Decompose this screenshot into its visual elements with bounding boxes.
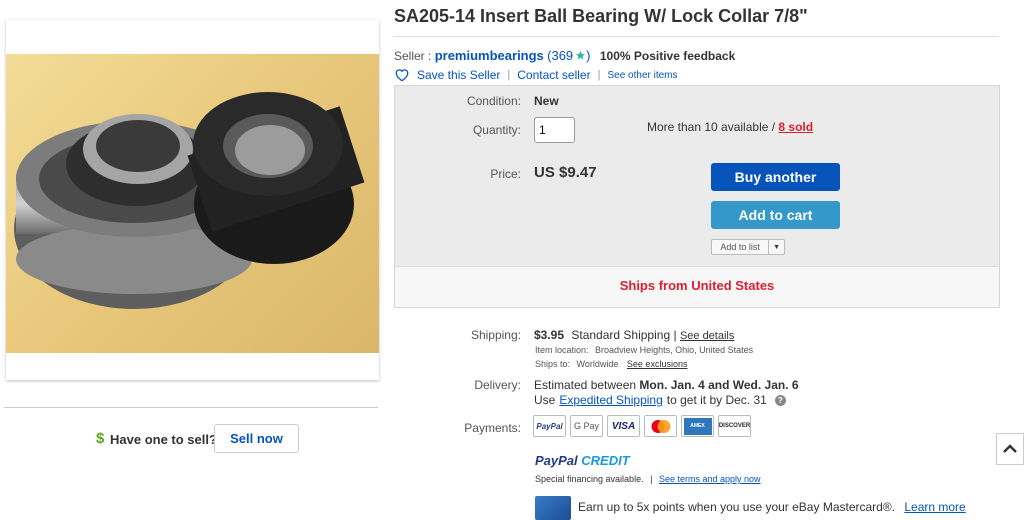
ships-to-value: Worldwide <box>576 359 619 369</box>
payments-label: Payments: <box>464 421 521 435</box>
amex-mark: AMEX <box>683 417 712 435</box>
ships-to: Ships to: Worldwide See exclusions <box>535 359 687 369</box>
quantity-label: Quantity: <box>472 123 521 137</box>
paypal-credit-word2: CREDIT <box>581 453 630 468</box>
mastercard-logo <box>644 415 677 437</box>
item-location-value: Broadview Heights, Ohio, United States <box>595 345 754 355</box>
add-to-list-dropdown[interactable]: Add to list ▼ <box>711 239 785 255</box>
add-to-list-label[interactable]: Add to list <box>712 240 770 254</box>
seller-info: Seller : premiumbearings (369) 100% Posi… <box>394 48 735 63</box>
financing-text: Special financing available. <box>535 474 644 484</box>
condition-label: Condition: <box>466 94 521 108</box>
chevron-up-icon <box>1003 444 1017 453</box>
product-image-card[interactable] <box>6 20 379 380</box>
buy-another-button[interactable]: Buy another <box>711 163 840 191</box>
delivery-range: Mon. Jan. 4 and Wed. Jan. 6 <box>639 378 799 392</box>
payment-methods: PayPal G Pay VISA AMEX DISCOVER <box>533 415 751 437</box>
expedited-shipping: Use Expedited Shipping to get it by Dec.… <box>534 393 786 407</box>
price-label: Price: <box>490 167 521 181</box>
delivery-label: Delivery: <box>474 378 521 392</box>
availability-text: More than 10 available / <box>647 120 779 134</box>
listing-title: SA205-14 Insert Ball Bearing W/ Lock Col… <box>394 6 808 26</box>
mastercard-promo: Earn up to 5x points when you use your e… <box>578 500 966 514</box>
save-seller-link[interactable]: Save this Seller <box>417 68 500 82</box>
see-other-items-link[interactable]: See other items <box>607 70 677 81</box>
learn-more-link[interactable]: Learn more <box>904 500 965 514</box>
separator: | <box>597 69 601 81</box>
separator: | <box>650 474 653 484</box>
see-details-link[interactable]: See details <box>680 330 734 342</box>
mastercard-promo-text: Earn up to 5x points when you use your e… <box>578 500 896 514</box>
scroll-to-top-button[interactable] <box>996 433 1024 465</box>
add-to-cart-button[interactable]: Add to cart <box>711 201 840 229</box>
special-financing: Special financing available. | See terms… <box>535 474 761 484</box>
apply-now-link[interactable]: See terms and apply now <box>659 474 761 484</box>
quantity-input[interactable] <box>534 117 575 143</box>
visa-logo: VISA <box>607 415 640 437</box>
separator: | <box>507 69 511 81</box>
shipping-label: Shipping: <box>470 328 521 342</box>
paypal-logo: PayPal <box>533 415 566 437</box>
paypal-credit-word1: PayPal <box>535 453 578 468</box>
sell-prompt: Have one to sell? <box>110 432 217 447</box>
availability: More than 10 available / 8 sold <box>647 120 813 134</box>
see-exclusions-link[interactable]: See exclusions <box>627 359 688 369</box>
delivery-estimate: Estimated between Mon. Jan. 4 and Wed. J… <box>534 378 799 392</box>
expedited-suffix: to get it by Dec. 31 <box>666 393 767 407</box>
amex-logo: AMEX <box>681 415 714 437</box>
shipping-cost: $3.95 <box>534 328 565 342</box>
paypal-credit-logo: PayPal CREDIT <box>535 453 630 468</box>
item-location: Item location: Broadview Heights, Ohio, … <box>535 345 753 355</box>
shipping-method: Standard Shipping <box>571 328 671 342</box>
sold-count-link[interactable]: 8 sold <box>778 120 813 134</box>
use-text: Use <box>534 393 556 407</box>
discover-logo: DISCOVER <box>718 415 751 437</box>
ebay-mastercard-card-image <box>535 496 571 520</box>
price-value: US $9.47 <box>534 164 597 181</box>
chevron-down-icon[interactable]: ▼ <box>769 244 784 251</box>
google-pay-logo: G Pay <box>570 415 603 437</box>
delivery-prefix: Estimated between <box>534 378 637 392</box>
feedback-score-close: ) <box>586 48 591 63</box>
seller-actions: Save this Seller | Contact seller | See … <box>394 68 678 82</box>
contact-seller-link[interactable]: Contact seller <box>517 68 590 82</box>
star-icon <box>576 50 586 60</box>
ships-from: Ships from United States <box>619 278 775 293</box>
product-photo[interactable] <box>6 54 379 353</box>
separator: | <box>673 328 677 342</box>
item-location-label: Item location: <box>535 345 589 355</box>
heart-icon[interactable] <box>394 68 410 82</box>
sell-now-button[interactable]: Sell now <box>214 424 299 453</box>
ships-to-label: Ships to: <box>535 359 571 369</box>
left-divider <box>4 407 378 408</box>
feedback-score[interactable]: (369 <box>547 48 573 63</box>
seller-label: Seller : <box>394 49 432 63</box>
dollar-icon: $ <box>96 430 105 447</box>
condition-value: New <box>534 94 559 108</box>
expedited-shipping-link[interactable]: Expedited Shipping <box>559 393 662 407</box>
shipping-info: $3.95 Standard Shipping | See details <box>534 328 734 342</box>
positive-feedback: 100% Positive feedback <box>599 49 736 63</box>
help-icon[interactable]: ? <box>774 394 786 406</box>
seller-name-link[interactable]: premiumbearings <box>435 48 544 63</box>
title-divider <box>393 36 999 37</box>
